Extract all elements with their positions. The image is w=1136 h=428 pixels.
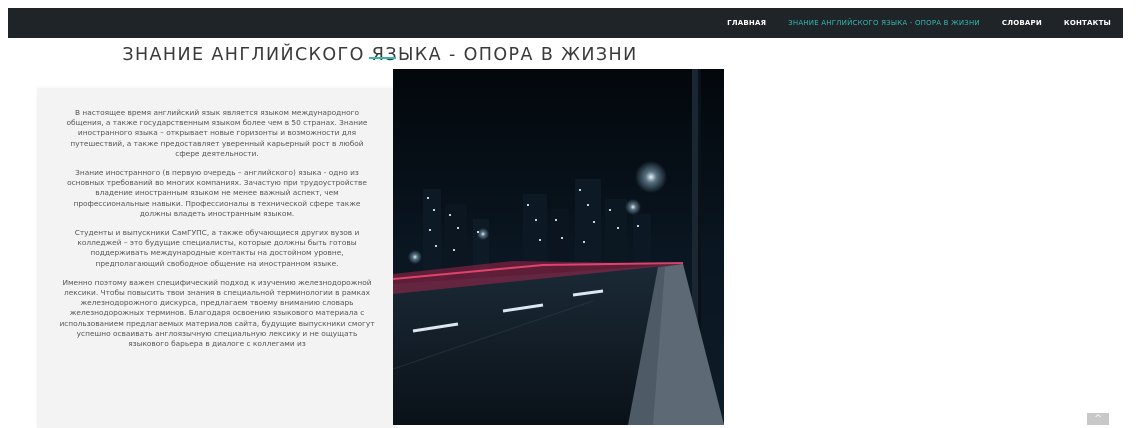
paragraph-3: Студенты и выпускники СамГУПС, а также о… [74, 228, 360, 268]
nav-item-dictionaries[interactable]: СЛОВАРИ [1002, 19, 1042, 27]
scroll-to-top-button[interactable]: ^ [1087, 413, 1109, 425]
nav-item-contacts[interactable]: КОНТАКТЫ [1064, 19, 1111, 27]
title-underline [369, 57, 396, 59]
paragraph-2: Знание иностранного (в первую очередь – … [67, 168, 367, 218]
paragraph-1: В настоящее время английский язык являет… [66, 108, 368, 158]
nav-item-home[interactable]: ГЛАВНАЯ [727, 19, 766, 27]
night-city-road-photo [393, 69, 724, 425]
text-card: В настоящее время английский язык являет… [37, 88, 397, 428]
nav-item-english-knowledge[interactable]: ЗНАНИЕ АНГЛИЙСКОГО ЯЗЫКА - ОПОРА В ЖИЗНИ [788, 19, 980, 27]
top-navbar: ГЛАВНАЯ ЗНАНИЕ АНГЛИЙСКОГО ЯЗЫКА - ОПОРА… [8, 8, 1123, 38]
page-title: ЗНАНИЕ АНГЛИЙСКОГО ЯЗЫКА - ОПОРА В ЖИЗНИ [122, 44, 638, 65]
paragraph-4: Именно поэтому важен специфический подхо… [59, 277, 375, 349]
